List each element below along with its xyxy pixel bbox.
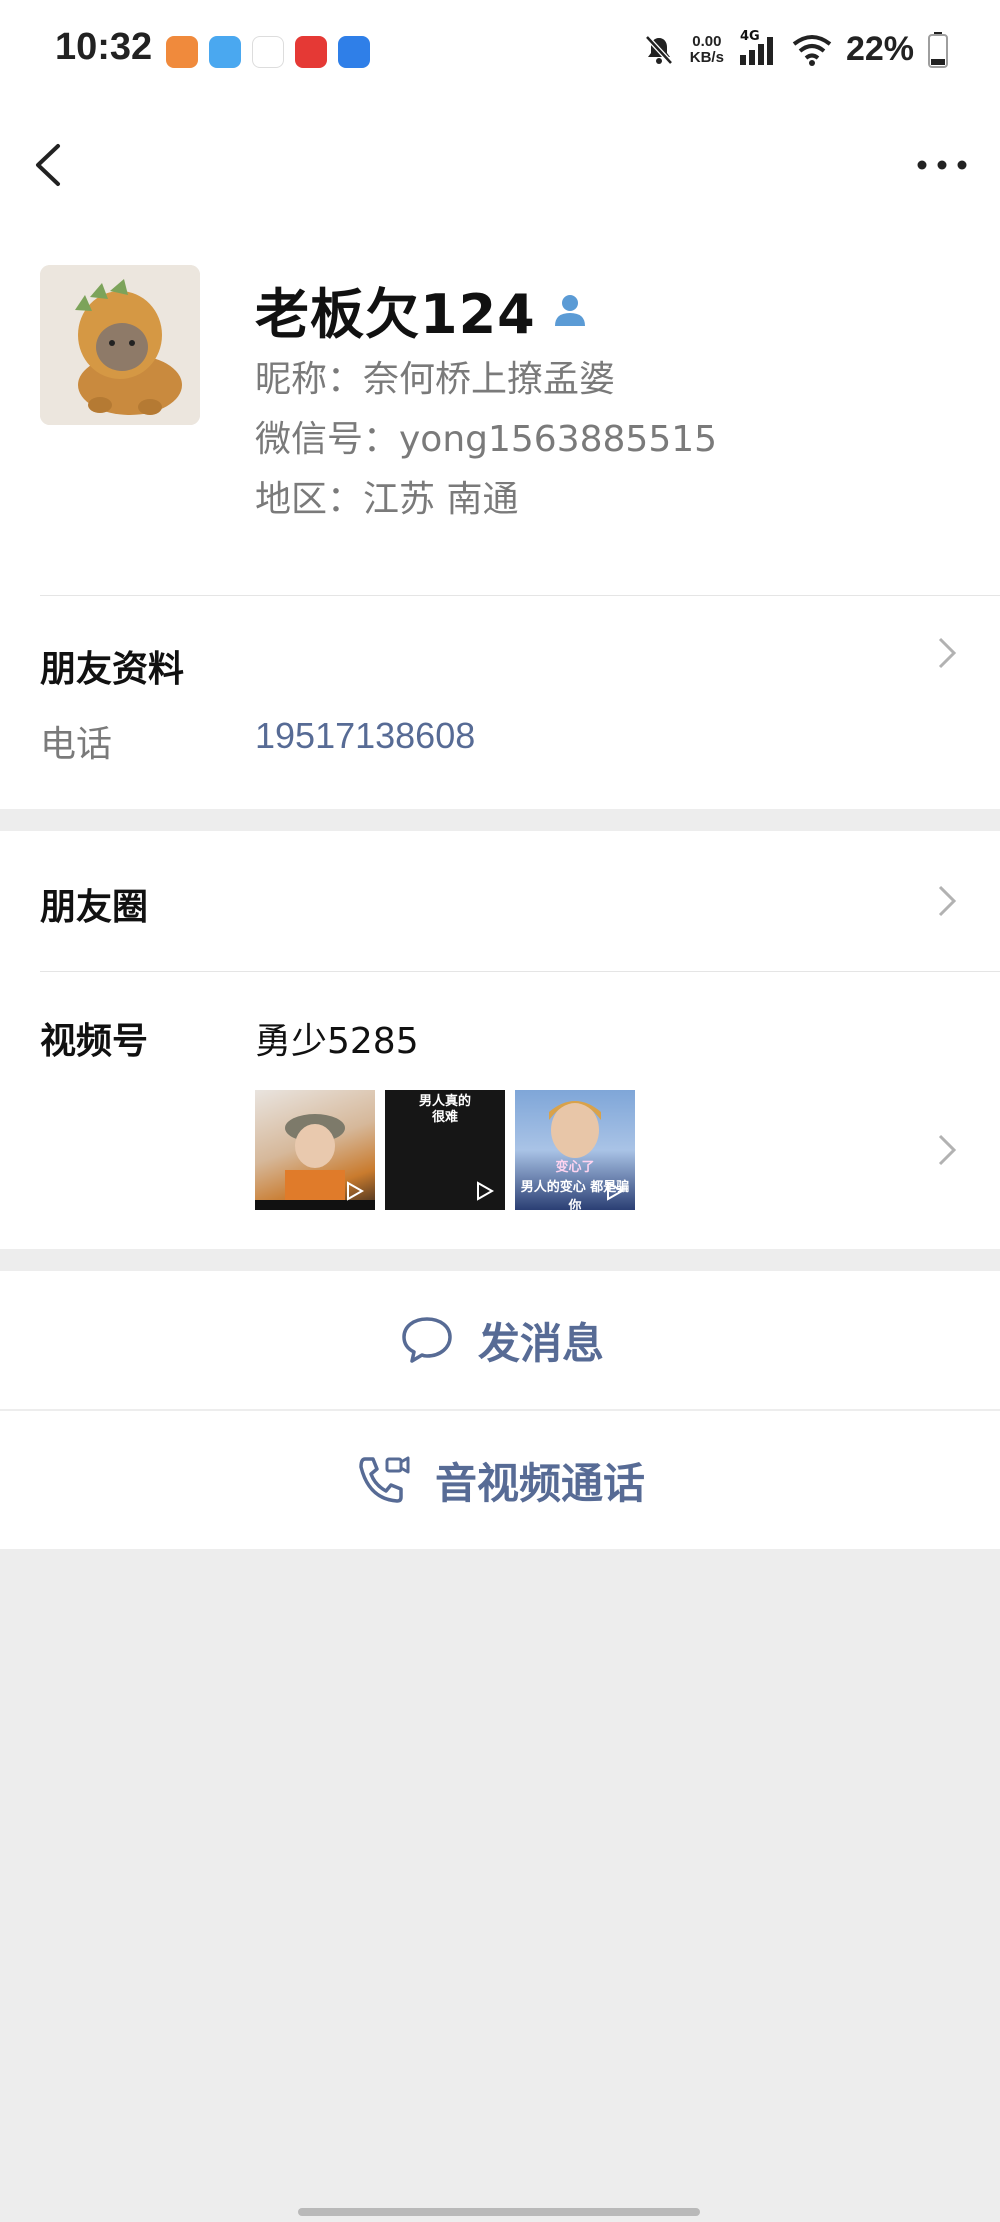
video-thumbnail[interactable]: 变心了 男人的变心 都是骗你 — [515, 1090, 635, 1210]
display-name: 老板欠124 — [255, 283, 536, 346]
friend-info-title: 朋友资料 — [40, 649, 185, 690]
app-notification-icon — [252, 36, 284, 68]
battery-percent: 22% — [845, 30, 914, 68]
voice-video-call-label: 音视频通话 — [435, 1458, 646, 1508]
play-icon — [477, 1181, 495, 1201]
status-indicators: 0.00 KB/s 4G 22% — [642, 29, 948, 69]
send-message-button[interactable]: 发消息 — [0, 1271, 1000, 1409]
chevron-right-icon — [938, 637, 957, 669]
moments-title: 朋友圈 — [40, 887, 149, 928]
thumbnail-caption: 变心了 — [555, 1160, 595, 1175]
speed-value: 0.00 — [692, 32, 722, 50]
nickname: 昵称：奈何桥上撩孟婆 — [255, 359, 616, 400]
play-icon — [347, 1181, 365, 1201]
contact-person-icon — [554, 294, 585, 326]
avatar[interactable] — [40, 265, 200, 425]
channel-video-thumbnails: 男人真的 很难 变心了 男人的变心 都是骗你 — [255, 1090, 635, 1210]
notification-app-icons — [166, 36, 370, 68]
app-notification-icon — [166, 36, 198, 68]
region: 地区：江苏 南通 — [255, 479, 519, 520]
app-notification-icon — [295, 36, 327, 68]
phone-video-icon — [359, 1456, 410, 1503]
friend-info-section[interactable]: 朋友资料 电话 19517138608 — [0, 595, 1000, 809]
wechat-id[interactable]: 微信号：yong1563885515 — [255, 410, 717, 462]
moments-channels-section: 朋友圈 视频号 勇少5285 男人真的 很难 变心了 男人的变心 都是骗你 — [0, 831, 1000, 1249]
wifi-icon — [792, 34, 832, 66]
moments-row[interactable]: 朋友圈 — [0, 831, 1000, 971]
channel-name: 勇少5285 — [255, 1021, 419, 1062]
home-indicator[interactable] — [298, 2208, 700, 2216]
channels-row[interactable]: 视频号 勇少5285 男人真的 很难 变心了 男人的变心 都是骗你 — [0, 972, 1000, 1249]
profile-header: 老板欠124 昵称：奈何桥上撩孟婆 微信号：yong1563885515 地区：… — [0, 225, 1000, 595]
chevron-right-icon — [938, 1134, 957, 1166]
video-thumbnail[interactable]: 男人真的 很难 — [385, 1090, 505, 1210]
chevron-right-icon — [938, 885, 957, 917]
channels-title: 视频号 — [40, 1021, 149, 1062]
status-bar: 10:32 0.00 KB/s 4G 22% — [0, 0, 1000, 105]
clock: 10:32 — [55, 26, 153, 68]
chat-bubble-icon — [402, 1317, 452, 1363]
display-name-row: 老板欠124 — [255, 270, 590, 349]
phone-number-link[interactable]: 19517138608 — [255, 715, 475, 757]
play-icon — [607, 1181, 625, 1201]
more-options-icon[interactable] — [912, 150, 972, 180]
top-nav-bar — [0, 105, 1000, 225]
thumbnail-caption: 很难 — [431, 1110, 458, 1125]
mute-bell-icon — [644, 34, 673, 65]
battery-icon — [928, 31, 948, 68]
video-thumbnail[interactable] — [255, 1090, 375, 1210]
network-speed: 0.00 KB/s — [689, 32, 724, 66]
signal-icon: 4G — [738, 29, 778, 67]
speed-unit: KB/s — [689, 48, 724, 66]
back-arrow-icon[interactable] — [30, 140, 70, 190]
divider — [40, 595, 1000, 596]
send-message-label: 发消息 — [478, 1318, 605, 1368]
app-notification-icon — [209, 36, 241, 68]
voice-video-call-button[interactable]: 音视频通话 — [0, 1411, 1000, 1549]
phone-label: 电话 — [40, 724, 113, 765]
app-notification-icon — [338, 36, 370, 68]
